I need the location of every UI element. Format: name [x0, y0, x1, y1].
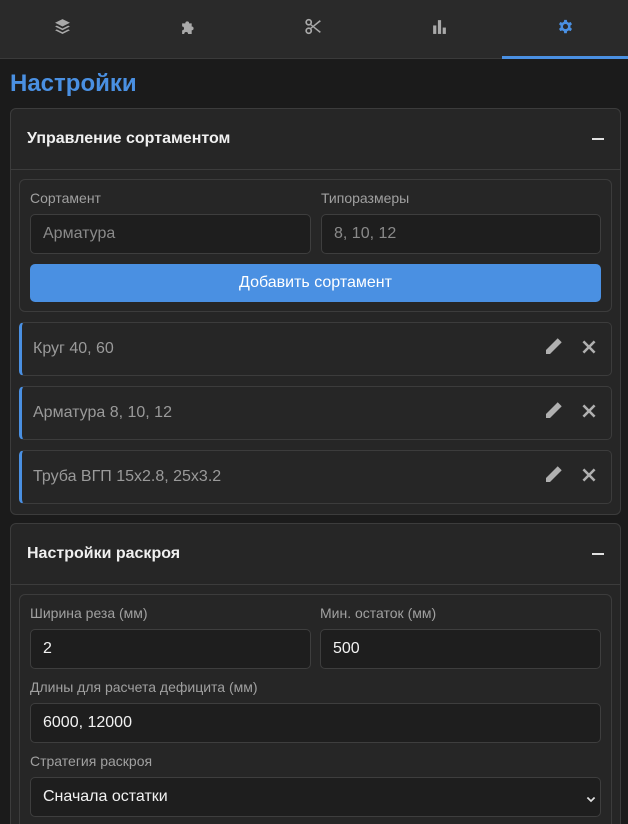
tab-cutting[interactable]	[251, 0, 377, 58]
assortment-card-header[interactable]: Управление сортаментом	[11, 109, 620, 170]
scissors-icon	[305, 18, 322, 40]
list-item-label: Круг 40, 60	[33, 340, 114, 357]
pencil-icon[interactable]	[543, 401, 563, 426]
cutting-strategy-select[interactable]: Сначала остатки	[30, 777, 601, 817]
list-item-label: Труба ВГП 15х2.8, 25х3.2	[33, 468, 222, 485]
layers-icon	[54, 18, 71, 40]
deficit-lengths-label: Длины для расчета дефицита (мм)	[30, 679, 258, 695]
add-assortment-form: Сортамент Арматура Типоразмеры 8, 10, 12…	[19, 179, 612, 312]
pencil-icon[interactable]	[543, 337, 563, 362]
list-item-label: Арматура 8, 10, 12	[33, 404, 172, 421]
tab-puzzle[interactable]	[126, 0, 252, 58]
collapse-icon[interactable]	[592, 553, 604, 555]
list-item: Круг 40, 60	[19, 322, 612, 376]
min-remnant-label: Мин. остаток (мм)	[320, 605, 437, 621]
sizes-input[interactable]: 8, 10, 12	[321, 214, 601, 254]
deficit-lengths-input[interactable]: 6000, 12000	[30, 703, 601, 743]
cutting-strategy-label: Стратегия раскроя	[30, 753, 153, 769]
assortment-name-input[interactable]: Арматура	[30, 214, 311, 254]
bar-chart-icon	[431, 18, 448, 40]
tab-settings[interactable]	[502, 0, 628, 59]
assortment-name-label: Сортамент	[30, 190, 101, 206]
gear-icon	[557, 18, 574, 40]
pencil-icon[interactable]	[543, 465, 563, 490]
cutting-settings-form: Ширина реза (мм) 2 Мин. остаток (мм) 500…	[19, 594, 612, 824]
sizes-label: Типоразмеры	[321, 190, 410, 206]
close-icon[interactable]	[579, 465, 599, 490]
cutting-settings-card: Настройки раскроя Ширина реза (мм) 2 Мин…	[10, 523, 621, 824]
tab-bar	[0, 0, 628, 59]
cutting-strategy-value: Сначала остатки	[43, 788, 168, 805]
add-assortment-button[interactable]: Добавить сортамент	[30, 264, 601, 302]
kerf-width-label: Ширина реза (мм)	[30, 605, 148, 621]
list-item: Труба ВГП 15х2.8, 25х3.2	[19, 450, 612, 504]
min-remnant-input[interactable]: 500	[320, 629, 601, 669]
close-icon[interactable]	[579, 337, 599, 362]
assortment-card: Управление сортаментом Сортамент Арматур…	[10, 108, 621, 515]
close-icon[interactable]	[579, 401, 599, 426]
kerf-width-input[interactable]: 2	[30, 629, 311, 669]
cutting-settings-card-header[interactable]: Настройки раскроя	[11, 524, 620, 585]
cutting-settings-card-title: Настройки раскроя	[27, 545, 181, 562]
collapse-icon[interactable]	[592, 138, 604, 140]
tab-layers[interactable]	[0, 0, 126, 58]
puzzle-icon	[180, 18, 197, 40]
page-title: Настройки	[10, 70, 137, 97]
tab-statistics[interactable]	[377, 0, 503, 58]
list-item: Арматура 8, 10, 12	[19, 386, 612, 440]
chevron-down-icon	[586, 791, 596, 803]
assortment-card-title: Управление сортаментом	[27, 130, 231, 147]
